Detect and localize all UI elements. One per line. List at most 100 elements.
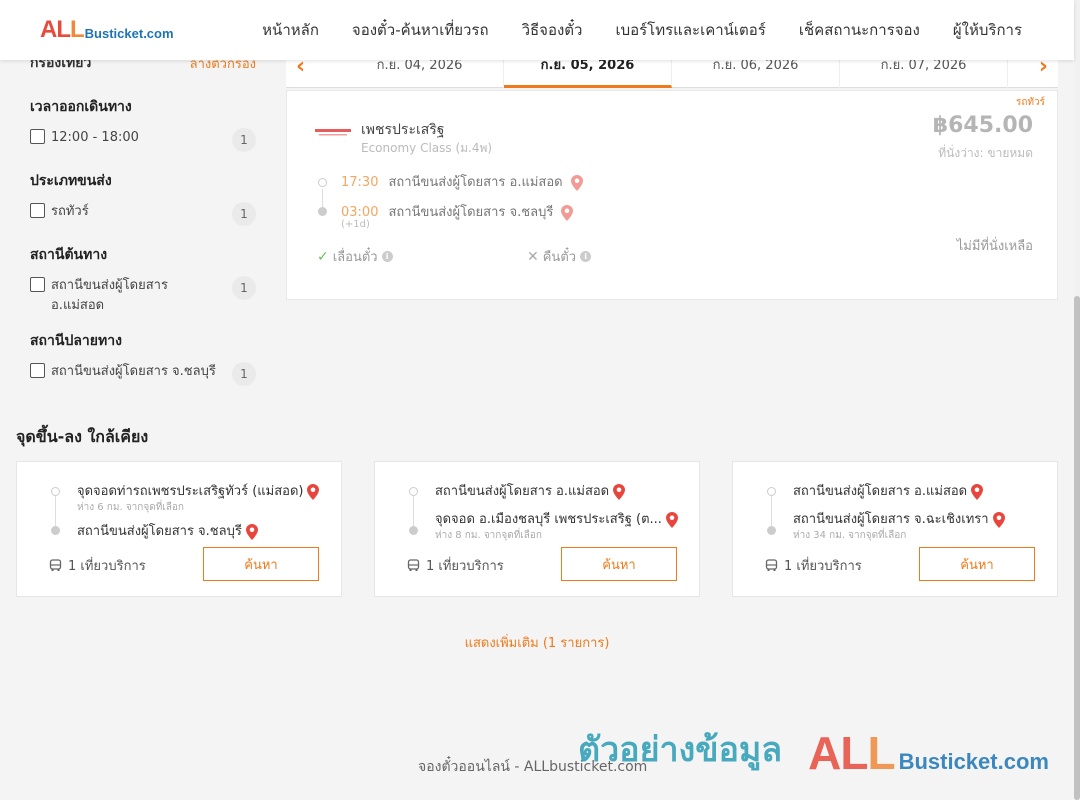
route-line — [322, 189, 323, 209]
logo-all: ALL — [40, 16, 85, 43]
destination-dot — [51, 526, 60, 535]
trip-count: 1 เที่ยวบริการ — [49, 555, 146, 576]
nearby-from: สถานีขนส่งผู้โดยสาร อ.แม่สอด — [793, 480, 984, 501]
nav-book-search[interactable]: จองตั๋ว-ค้นหาเที่ยวรถ — [352, 18, 489, 42]
map-pin-icon[interactable] — [561, 204, 574, 221]
bus-icon — [49, 559, 62, 571]
trip-count: 1 เที่ยวบริการ — [765, 555, 862, 576]
nearby-from: จุดจอดท่ารถเพชรประเสริฐทัวร์ (แม่สอด) — [77, 480, 320, 501]
checkbox[interactable] — [30, 203, 45, 218]
checkbox[interactable] — [30, 129, 45, 144]
seat-class: Economy Class (ม.4พ) — [361, 141, 493, 155]
site-header: ALL Busticket.com หน้าหลัก จองตั๋ว-ค้นหา… — [0, 0, 1074, 60]
trip-count: 1 เที่ยวบริการ — [407, 555, 504, 576]
destination-dot — [318, 207, 327, 216]
filter-option-count: 1 — [232, 128, 256, 152]
origin-dot — [318, 178, 327, 187]
nav-booking-status[interactable]: เช็คสถานะการจอง — [799, 18, 920, 42]
map-pin-icon[interactable] — [245, 523, 258, 540]
nearby-to: จุดจอด อ.เมืองชลบุรี เพชรประเสริฐ (ต... — [435, 508, 678, 529]
map-pin-icon[interactable] — [971, 483, 984, 500]
show-more-link[interactable]: แสดงเพิ่มเติม (1 รายการ) — [0, 632, 1074, 653]
operator-logo — [315, 129, 351, 136]
nav-operators[interactable]: ผู้ให้บริการ — [953, 18, 1022, 42]
seats-available: ที่นั่งว่าง: ขายหมด — [938, 146, 1033, 160]
destination-dot — [767, 526, 776, 535]
filter-option-label: 12:00 - 18:00 — [51, 130, 139, 145]
no-seat-label: ไม่มีที่นั่งเหลือ — [956, 239, 1033, 254]
filter-option-time[interactable]: 12:00 - 18:00 1 — [30, 128, 256, 152]
origin-dot — [767, 487, 776, 496]
filter-option-label: รถทัวร์ — [51, 204, 89, 219]
filter-group-destination: สถานีปลายทาง — [30, 333, 122, 349]
search-button[interactable]: ค้นหา — [203, 547, 319, 581]
route-line — [771, 496, 772, 526]
filter-option-transport[interactable]: รถทัวร์ 1 — [30, 202, 256, 226]
map-pin-icon[interactable] — [307, 483, 320, 500]
nav-home[interactable]: หน้าหลัก — [262, 18, 319, 42]
departure-time: 17:30 — [341, 175, 379, 190]
filter-group-origin: สถานีต้นทาง — [30, 247, 108, 263]
scrollbar-thumb[interactable] — [1074, 296, 1080, 800]
map-pin-icon[interactable] — [613, 483, 626, 500]
arrival-row: 03:00 สถานีขนส่งผู้โดยสาร จ.ชลบุรี — [341, 201, 574, 222]
filter-sidebar: กรองเที่ยว ล้างตัวกรอง เวลาออกเดินทาง 12… — [30, 52, 256, 386]
cross-icon: ✕ — [527, 248, 539, 265]
nav-how-to-book[interactable]: วิธีจองตั๋ว — [522, 18, 583, 42]
from-distance: ห่าง 6 กม. จากจุดที่เลือก — [77, 502, 184, 513]
search-button[interactable]: ค้นหา — [919, 547, 1035, 581]
nearby-to: สถานีขนส่งผู้โดยสาร จ.ชลบุรี — [77, 520, 258, 541]
checkbox[interactable] — [30, 363, 45, 378]
trip-price: ฿645.00 — [932, 113, 1033, 138]
info-icon[interactable]: i — [580, 251, 592, 262]
to-distance: ห่าง 34 กม. จากจุดที่เลือก — [793, 530, 907, 541]
filter-option-count: 1 — [232, 362, 256, 386]
watermark-logo-text: Busticket.com — [898, 749, 1049, 774]
operator-name: เพชรประเสริฐ — [361, 122, 445, 138]
map-pin-icon[interactable] — [665, 511, 678, 528]
filter-group-departure-time: เวลาออกเดินทาง — [30, 99, 132, 115]
origin-dot — [409, 487, 418, 496]
nearby-to: สถานีขนส่งผู้โดยสาร จ.ฉะเชิงเทรา — [793, 508, 1005, 529]
route-line — [55, 496, 56, 526]
transport-type-tag: รถทัวร์ — [1015, 97, 1045, 108]
checkbox[interactable] — [30, 277, 45, 292]
next-day-indicator: (+1d) — [341, 219, 370, 230]
check-icon: ✓ — [317, 248, 329, 265]
refund-label: คืนตั๋ว — [542, 250, 577, 265]
filter-option-label: สถานีขนส่งผู้โดยสาร อ.แม่สอด — [51, 278, 168, 313]
map-pin-icon[interactable] — [570, 174, 583, 191]
main-nav: หน้าหลัก จองตั๋ว-ค้นหาเที่ยวรถ วิธีจองตั… — [262, 0, 1022, 60]
filter-option-origin[interactable]: สถานีขนส่งผู้โดยสาร อ.แม่สอด 1 — [30, 276, 256, 316]
filter-option-count: 1 — [232, 202, 256, 226]
bus-icon — [407, 559, 420, 571]
nearby-title: จุดขึ้น-ลง ใกล้เคียง — [16, 427, 149, 446]
watermark-text: ตัวอย่างข้อมูล — [578, 730, 783, 770]
filter-group-transport-type: ประเภทขนส่ง — [30, 173, 112, 189]
nav-contacts[interactable]: เบอร์โทรและเคาน์เตอร์ — [615, 18, 765, 42]
bus-icon — [765, 559, 778, 571]
search-button[interactable]: ค้นหา — [561, 547, 677, 581]
destination-dot — [409, 526, 418, 535]
departure-station: สถานีขนส่งผู้โดยสาร อ.แม่สอด — [388, 175, 563, 190]
departure-row: 17:30 สถานีขนส่งผู้โดยสาร อ.แม่สอด — [341, 171, 583, 192]
trip-card[interactable]: รถทัวร์ เพชรประเสริฐ Economy Class (ม.4พ… — [286, 90, 1058, 300]
logo-text: Busticket.com — [84, 26, 174, 41]
refund-policy: ✕ คืนตั๋ว i — [527, 246, 592, 267]
sample-data-watermark: ตัวอย่างข้อมูล ALL Busticket.com — [578, 722, 1049, 776]
arrival-time: 03:00 — [341, 205, 379, 220]
nearby-card: สถานีขนส่งผู้โดยสาร อ.แม่สอด จุดจอด อ.เม… — [374, 461, 700, 597]
filter-option-destination[interactable]: สถานีขนส่งผู้โดยสาร จ.ชลบุรี 1 — [30, 362, 256, 386]
info-icon[interactable]: i — [381, 251, 393, 262]
watermark-logo-all: ALL — [808, 727, 895, 779]
origin-dot — [51, 487, 60, 496]
reschedule-label: เลื่อนตั๋ว — [332, 250, 378, 265]
map-pin-icon[interactable] — [992, 511, 1005, 528]
page-scrollbar[interactable] — [1074, 0, 1080, 800]
route-line — [413, 496, 414, 526]
site-logo[interactable]: ALL Busticket.com — [40, 18, 174, 42]
arrival-station: สถานีขนส่งผู้โดยสาร จ.ชลบุรี — [388, 205, 554, 220]
filter-option-label: สถานีขนส่งผู้โดยสาร จ.ชลบุรี — [51, 364, 216, 379]
nearby-card: จุดจอดท่ารถเพชรประเสริฐทัวร์ (แม่สอด) ห่… — [16, 461, 342, 597]
reschedule-policy: ✓ เลื่อนตั๋ว i — [317, 246, 393, 267]
